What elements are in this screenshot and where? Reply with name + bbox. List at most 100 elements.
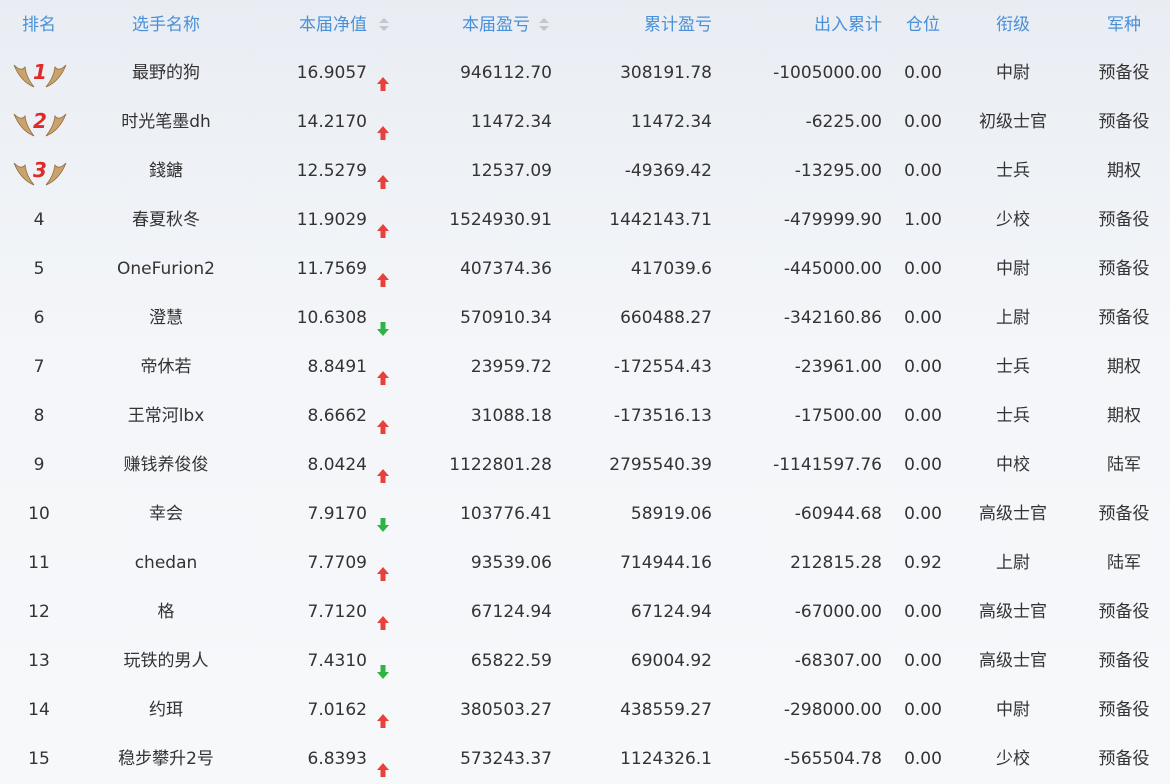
branch-cell: 预备役 [1098,210,1150,230]
table-row: 12 格 7.7120 67124.94 67124.94 -67000.00 0.00 高级… [0,588,1170,637]
sort-pnl-icon[interactable] [539,18,549,32]
pnl-cell: 12537.09 [470,161,552,181]
military-rank-cell: 高级士官 [979,602,1047,622]
position-cell: 0.00 [904,63,942,83]
flow-cell: -298000.00 [783,700,882,720]
cumulative-cell: 438559.27 [620,700,712,720]
branch-cell: 预备役 [1098,63,1150,83]
nav-cell: 14.2170 [296,112,367,132]
pnl-cell: 407374.36 [460,259,552,279]
branch-cell: 预备役 [1098,112,1150,132]
cumulative-cell: 58919.06 [630,504,712,524]
flow-cell: -17500.00 [794,406,882,426]
table-row: 14 约珥 7.0162 380503.27 438559.27 -298000.00 0.… [0,686,1170,735]
flow-cell: -1005000.00 [773,63,882,83]
pnl-cell: 65822.59 [470,651,552,671]
position-cell: 0.92 [904,553,942,573]
pnl-cell: 1122801.28 [449,455,552,475]
cumulative-cell: -49369.42 [624,161,712,181]
flow-cell: -6225.00 [805,112,882,132]
nav-cell: 7.7120 [307,602,367,622]
cumulative-cell: 67124.94 [630,602,712,622]
player-name[interactable]: 稳步攀升2号 [80,735,252,784]
header-cumulative[interactable]: 累计盈亏 [580,0,712,49]
position-cell: 0.00 [904,308,942,328]
pnl-cell: 93539.06 [470,553,552,573]
trend-up-icon [372,245,394,294]
cumulative-cell: 11472.34 [630,112,712,132]
flow-cell: -13295.00 [794,161,882,181]
cumulative-cell: 2795540.39 [609,455,712,475]
position-cell: 0.00 [904,357,942,377]
pnl-cell: 67124.94 [470,602,552,622]
trend-up-icon [372,392,394,441]
military-rank-cell: 中校 [996,455,1030,475]
header-rank[interactable]: 排名 [0,0,78,49]
player-name[interactable]: 王常河lbx [80,392,252,441]
svg-text:2: 2 [33,109,47,133]
sort-nav-icon[interactable] [379,18,389,32]
rank-cell: 10 [28,504,50,524]
player-name[interactable]: 玩铁的男人 [80,637,252,686]
table-header: 排名 选手名称 本届净值 本届盈亏 累计盈亏 出入累计 仓位 衔级 军种 [0,0,1170,49]
military-rank-cell: 高级士官 [979,504,1047,524]
cumulative-cell: 660488.27 [620,308,712,328]
trend-up-icon [372,147,394,196]
pnl-cell: 573243.37 [460,749,552,769]
trend-up-icon [372,539,394,588]
header-pnl[interactable]: 本届盈亏 [430,0,530,49]
table-row: 1 最野的狗 16.9057 946112.70 308191.78 -1005000.0… [0,49,1170,98]
header-title[interactable]: 衔级 [965,0,1061,49]
player-name[interactable]: OneFurion2 [80,245,252,294]
military-rank-cell: 士兵 [996,161,1030,181]
rank-cell: 11 [28,553,50,573]
branch-cell: 预备役 [1098,651,1150,671]
rank-cell: 6 [33,308,45,328]
header-nav[interactable]: 本届净值 [260,0,367,49]
nav-cell: 11.7569 [296,259,367,279]
player-name[interactable]: 幸会 [80,490,252,539]
header-flow[interactable]: 出入累计 [730,0,882,49]
rank-cell: 4 [33,210,45,230]
player-name[interactable]: 澄慧 [80,294,252,343]
trend-up-icon [372,588,394,637]
header-branch[interactable]: 军种 [1080,0,1168,49]
branch-cell: 预备役 [1098,308,1150,328]
player-name[interactable]: 帝休若 [80,343,252,392]
table-row: 15 稳步攀升2号 6.8393 573243.37 1124326.1 -565504.… [0,735,1170,784]
table-row: 11 chedan 7.7709 93539.06 714944.16 212815.28… [0,539,1170,588]
flow-cell: -67000.00 [794,602,882,622]
player-name[interactable]: chedan [80,539,252,588]
cumulative-cell: 417039.6 [630,259,712,279]
pnl-cell: 103776.41 [460,504,552,524]
table-row: 3 錢鎕 12.5279 12537.09 -49369.42 -13295.00 0.00… [0,147,1170,196]
rank-cell: 12 [28,602,50,622]
header-name[interactable]: 选手名称 [80,0,252,49]
flow-cell: -565504.78 [783,749,882,769]
trend-up-icon [372,49,394,98]
header-position[interactable]: 仓位 [897,0,949,49]
nav-cell: 7.0162 [307,700,367,720]
player-name[interactable]: 春夏秋冬 [80,196,252,245]
flow-cell: -479999.90 [783,210,882,230]
rank-cell: 5 [33,259,45,279]
rank-cell: 8 [33,406,45,426]
player-name[interactable]: 格 [80,588,252,637]
branch-cell: 陆军 [1107,455,1141,475]
nav-cell: 7.7709 [307,553,367,573]
nav-cell: 8.6662 [307,406,367,426]
player-name[interactable]: 最野的狗 [80,49,252,98]
player-name[interactable]: 錢鎕 [80,147,252,196]
player-name[interactable]: 约珥 [80,686,252,735]
player-name[interactable]: 赚钱养俊俊 [80,441,252,490]
flow-cell: -445000.00 [783,259,882,279]
rank-cell: 14 [28,700,50,720]
table-row: 9 赚钱养俊俊 8.0424 1122801.28 2795540.39 -1141597… [0,441,1170,490]
branch-cell: 预备役 [1098,700,1150,720]
flow-cell: -342160.86 [783,308,882,328]
military-rank-cell: 初级士官 [979,112,1047,132]
branch-cell: 陆军 [1107,553,1141,573]
flow-cell: -68307.00 [794,651,882,671]
player-name[interactable]: 时光笔墨dh [80,98,252,147]
position-cell: 0.00 [904,112,942,132]
